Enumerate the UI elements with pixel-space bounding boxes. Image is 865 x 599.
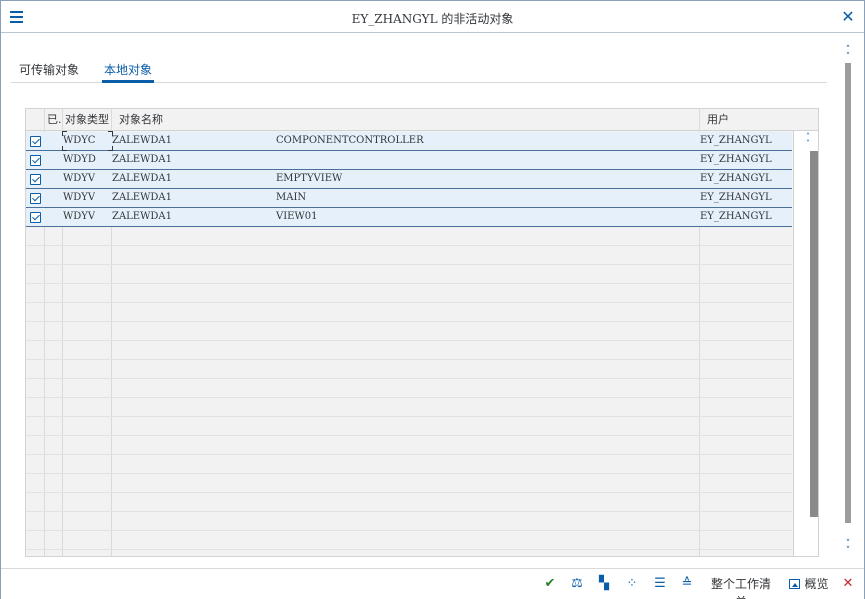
compare-icon[interactable]: ⚖ <box>570 575 584 593</box>
select-all-icon[interactable]: ▚ <box>597 575 611 593</box>
empty-row <box>26 474 792 493</box>
sub-object-cell: EMPTYVIEW <box>276 173 343 184</box>
table-scrollbar[interactable]: ˄ ˅ <box>793 131 818 556</box>
empty-row <box>26 455 792 474</box>
empty-row <box>26 227 792 246</box>
empty-row <box>26 341 792 360</box>
object-type-cell: WDYV <box>63 173 96 184</box>
empty-row <box>26 398 792 417</box>
tab-strip: 可传输对象 本地对象 <box>11 61 827 83</box>
tab-local-objects[interactable]: 本地对象 <box>102 61 155 83</box>
cell-focus-marker <box>62 131 113 151</box>
empty-row <box>26 322 792 341</box>
close-icon[interactable]: ✕ <box>840 8 856 26</box>
user-cell: EY_ZHANGYL <box>700 173 772 184</box>
row-checkbox[interactable] <box>30 155 41 166</box>
scroll-up-icon[interactable]: ˄ ˄ <box>841 46 855 62</box>
scrollbar-thumb[interactable] <box>845 63 851 523</box>
whole-worklist-button[interactable]: 整个工作清单 <box>706 575 776 599</box>
row-checkbox[interactable] <box>30 212 41 223</box>
scrollbar-thumb[interactable] <box>810 151 818 517</box>
deselect-all-icon[interactable]: ⁘ <box>625 575 639 593</box>
user-cell: EY_ZHANGYL <box>700 211 772 222</box>
empty-row <box>26 531 792 550</box>
empty-row <box>26 246 792 265</box>
dialog-window: EY_ZHANGYL 的非活动对象 ✕ 可传输对象 本地对象 ˄ ˄ ˅ ˅ 已. … <box>0 0 865 599</box>
empty-row <box>26 512 792 531</box>
object-type-cell: WDYV <box>63 211 96 222</box>
cancel-icon[interactable]: ✕ <box>841 575 855 593</box>
scroll-up-icon[interactable]: ˄ ˅ <box>803 133 813 148</box>
overview-button[interactable]: 概览 <box>788 575 830 593</box>
checkmark-icon[interactable]: ✔ <box>543 575 557 593</box>
sub-object-cell: COMPONENTCONTROLLER <box>276 135 424 146</box>
empty-row <box>26 379 792 398</box>
table-row[interactable]: WDYC ZALEWDA1 COMPONENTCONTROLLER EY_ZHA… <box>26 132 792 151</box>
table-row[interactable]: WDYV ZALEWDA1 MAIN EY_ZHANGYL <box>26 189 792 208</box>
user-cell: EY_ZHANGYL <box>700 154 772 165</box>
column-header-user[interactable]: 用户 <box>707 109 729 131</box>
empty-row <box>26 265 792 284</box>
title-bar: EY_ZHANGYL 的非活动对象 ✕ <box>1 1 864 33</box>
component-cell: ZALEWDA1 <box>112 135 172 146</box>
column-header-activated[interactable]: 已. <box>47 109 62 131</box>
dialog-title: EY_ZHANGYL 的非活动对象 <box>351 12 514 26</box>
component-cell: ZALEWDA1 <box>112 192 172 203</box>
component-cell: ZALEWDA1 <box>112 154 172 165</box>
object-type-cell: WDYV <box>63 192 96 203</box>
row-checkbox[interactable] <box>30 193 41 204</box>
overview-label: 概览 <box>804 577 829 591</box>
tab-transportable-objects[interactable]: 可传输对象 <box>17 61 81 83</box>
row-checkbox[interactable] <box>30 136 41 147</box>
sort-icon[interactable]: ≙ <box>680 575 694 593</box>
footer-toolbar: ✔ ⚖ ▚ ⁘ ☰ ≙ 整个工作清单 概览 ✕ <box>1 568 864 599</box>
empty-row <box>26 436 792 455</box>
scroll-down-icon[interactable]: ˅ ˅ <box>841 540 855 556</box>
filter-icon[interactable]: ☰ <box>653 575 667 593</box>
objects-table: 已. 对象类型 对象名称 用户 WDYC ZALEWDA1 COMPONENTC… <box>25 108 819 557</box>
table-row[interactable]: WDYD ZALEWDA1 EY_ZHANGYL <box>26 151 792 170</box>
table-row[interactable]: WDYV ZALEWDA1 EMPTYVIEW EY_ZHANGYL <box>26 170 792 189</box>
empty-row <box>26 493 792 512</box>
component-cell: ZALEWDA1 <box>112 211 172 222</box>
sub-object-cell: MAIN <box>276 192 307 203</box>
object-type-cell: WDYD <box>63 154 96 165</box>
column-header-object-type[interactable]: 对象类型 <box>65 109 109 131</box>
sub-object-cell: VIEW01 <box>276 211 318 222</box>
image-icon <box>789 578 801 589</box>
column-header-object-name[interactable]: 对象名称 <box>119 109 163 131</box>
dialog-scrollbar[interactable]: ˄ ˄ ˅ ˅ <box>839 43 857 561</box>
user-cell: EY_ZHANGYL <box>700 192 772 203</box>
empty-row <box>26 284 792 303</box>
empty-row <box>26 360 792 379</box>
row-checkbox[interactable] <box>30 174 41 185</box>
empty-row <box>26 303 792 322</box>
component-cell: ZALEWDA1 <box>112 173 172 184</box>
table-row[interactable]: WDYV ZALEWDA1 VIEW01 EY_ZHANGYL <box>26 208 792 227</box>
empty-row <box>26 417 792 436</box>
user-cell: EY_ZHANGYL <box>700 135 772 146</box>
